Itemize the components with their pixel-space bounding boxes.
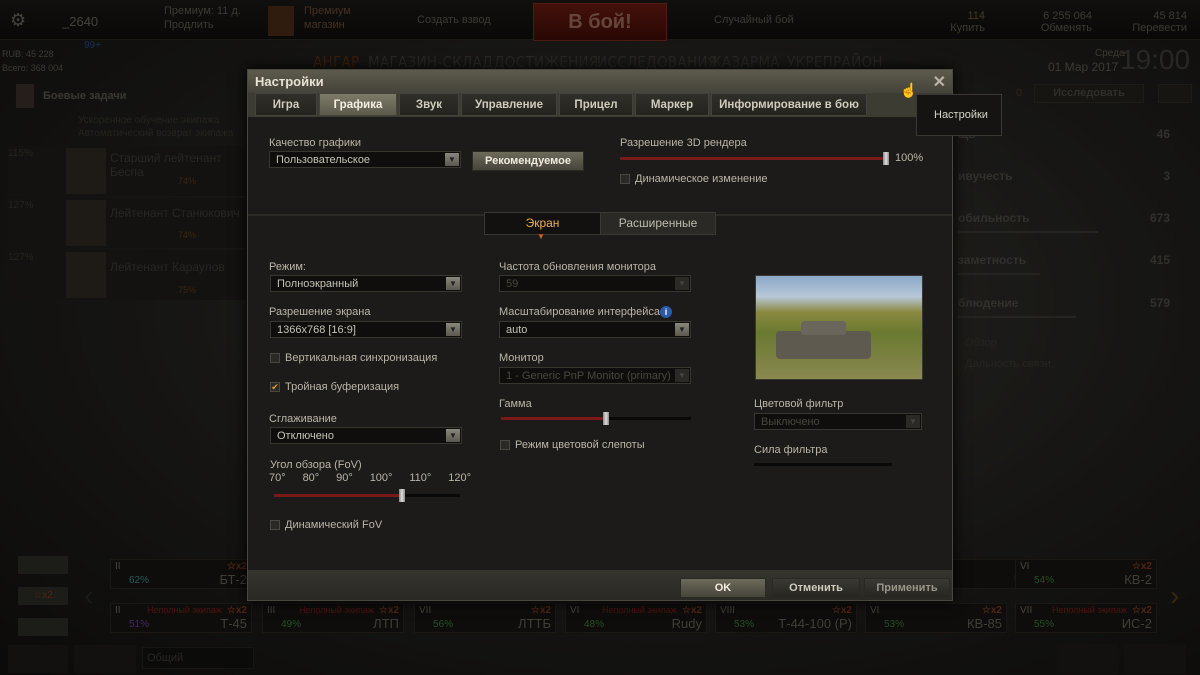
mode-label: Режим: <box>269 261 306 273</box>
chevron-down-icon: ▼ <box>446 429 460 442</box>
tab-game[interactable]: Игра <box>255 93 317 116</box>
chevron-down-icon: ▼ <box>445 153 459 166</box>
apply-button[interactable]: Применить <box>864 578 950 598</box>
monitor-label: Монитор <box>499 352 544 364</box>
chevron-down-icon: ▼ <box>906 415 920 428</box>
ui-scale-label: Масштабирование интерфейса <box>499 306 660 318</box>
chevron-down-icon: ▼ <box>446 323 460 336</box>
subtab-advanced[interactable]: Расширенные <box>601 213 715 234</box>
quality-select[interactable]: Пользовательское ▼ <box>269 151 461 168</box>
gamma-slider[interactable] <box>501 412 691 425</box>
tab-marker[interactable]: Маркер <box>635 93 709 116</box>
tab-controls[interactable]: Управление <box>461 93 557 116</box>
filter-strength-slider[interactable] <box>754 463 892 466</box>
subtab-screen[interactable]: Экран ▼ <box>485 213 601 241</box>
graphics-preview-image <box>755 275 923 380</box>
fov-ticks: 70° 80° 90° 100° 110° 120° <box>269 472 471 484</box>
fov-label: Угол обзора (FoV) <box>270 459 362 471</box>
dialog-title: Настройки <box>248 70 952 93</box>
dynamic-change-checkbox[interactable]: Динамическое изменение <box>620 173 767 185</box>
color-filter-select[interactable]: Выключено ▼ <box>754 413 922 430</box>
tab-graphics[interactable]: Графика <box>319 93 397 116</box>
resolution-label: Разрешение экрана <box>269 306 371 318</box>
render-resolution-value: 100% <box>895 152 924 164</box>
dynamic-fov-checkbox[interactable]: Динамический FoV <box>270 519 382 531</box>
ui-scale-select[interactable]: auto ▼ <box>499 321 691 338</box>
antialiasing-select[interactable]: Отключено ▼ <box>270 427 462 444</box>
refresh-rate-select[interactable]: 59 ▼ <box>499 275 691 292</box>
monitor-select[interactable]: 1 - Generic PnP Monitor (primary) ▼ <box>499 367 691 384</box>
recommended-button[interactable]: Рекомендуемое <box>472 151 584 171</box>
tooltip: Настройки <box>916 94 1002 136</box>
colorblind-checkbox[interactable]: Режим цветовой слепоты <box>500 439 645 451</box>
resolution-select[interactable]: 1366x768 [16:9] ▼ <box>270 321 462 338</box>
tab-sound[interactable]: Звук <box>399 93 459 116</box>
subtabs: Экран ▼ Расширенные <box>484 212 716 241</box>
cancel-button[interactable]: Отменить <box>772 578 860 598</box>
tab-battle-notifications[interactable]: Информирование в бою <box>711 93 867 116</box>
ok-button[interactable]: OK <box>680 578 766 598</box>
chevron-down-icon: ▼ <box>446 277 460 290</box>
mode-select[interactable]: Полноэкранный ▼ <box>270 275 462 292</box>
vsync-checkbox[interactable]: Вертикальная синхронизация <box>270 352 437 364</box>
info-icon[interactable]: i <box>660 306 672 318</box>
tab-sight[interactable]: Прицел <box>559 93 633 116</box>
settings-dialog: Настройки ✕ Игра Графика Звук Управление… <box>247 69 953 601</box>
chevron-down-icon: ▼ <box>675 369 689 382</box>
chevron-down-icon: ▼ <box>675 277 689 290</box>
close-icon[interactable]: ✕ <box>933 72 946 92</box>
triple-buffering-checkbox[interactable]: ✔ Тройная буферизация <box>270 381 399 393</box>
render-resolution-slider[interactable] <box>620 152 889 165</box>
gamma-label: Гамма <box>499 398 532 410</box>
fov-slider[interactable] <box>274 489 460 502</box>
chevron-down-icon: ▼ <box>675 323 689 336</box>
tank-icon <box>776 331 871 359</box>
antialiasing-label: Сглаживание <box>269 413 337 425</box>
render-resolution-label: Разрешение 3D рендера <box>620 137 747 149</box>
refresh-rate-label: Частота обновления монитора <box>499 261 656 273</box>
settings-tabs: Игра Графика Звук Управление Прицел Марк… <box>248 93 952 117</box>
cursor-hand-icon: ☝ <box>900 82 918 98</box>
quality-label: Качество графики <box>269 137 361 149</box>
color-filter-label: Цветовой фильтр <box>754 398 844 410</box>
filter-strength-label: Сила фильтра <box>754 444 828 456</box>
